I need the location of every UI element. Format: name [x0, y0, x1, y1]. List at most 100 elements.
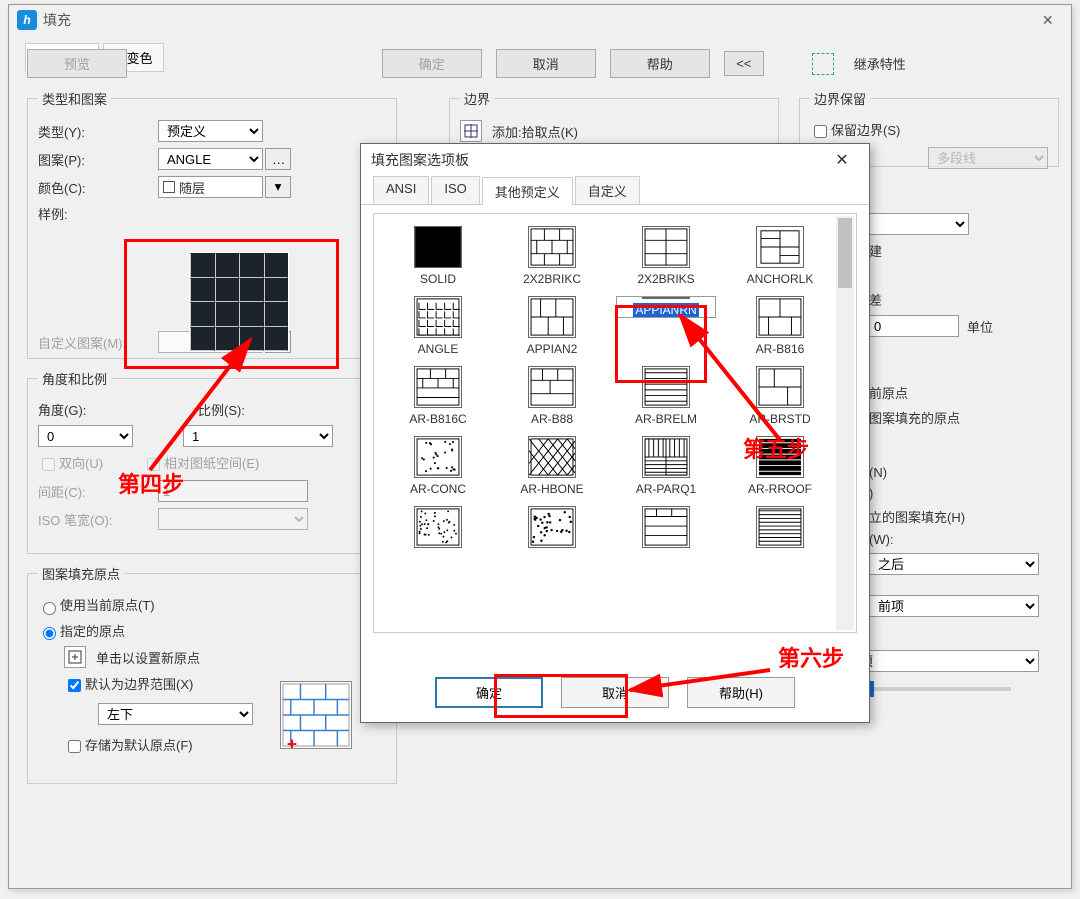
- cancel-button[interactable]: 取消: [496, 49, 596, 78]
- pattern-cell-AR-HBONE[interactable]: AR-HBONE: [502, 436, 602, 496]
- right-W: (W):: [869, 532, 894, 547]
- inherit-label: 继承特性: [854, 54, 906, 73]
- modal-footer: 确定 取消 帮助(H): [361, 677, 869, 708]
- origin-corner-select[interactable]: 左下: [98, 703, 253, 725]
- isowidth-select: [158, 508, 308, 530]
- tolerance-unit: 单位: [967, 317, 993, 336]
- modal-close-button[interactable]: ✕: [825, 146, 859, 174]
- set-origin-icon[interactable]: [64, 646, 86, 668]
- right-diff-label: 差: [869, 290, 882, 309]
- scrollbar-thumb[interactable]: [838, 218, 852, 288]
- group-origin: 图案填充原点 使用当前原点(T) 指定的原点 单击以设置新原点 默认为边界范围(…: [27, 564, 397, 784]
- pattern-name-label: AR-B816: [756, 342, 805, 356]
- pattern-cell-2X2BRIKS[interactable]: 2X2BRIKS: [616, 226, 716, 286]
- pattern-name-label: AR-BRSTD: [749, 412, 810, 426]
- pattern-swatch-icon: [756, 296, 804, 338]
- pattern-label: 图案(P):: [38, 150, 158, 169]
- pattern-swatch-icon: [414, 296, 462, 338]
- pattern-name-label: AR-PARQ1: [636, 482, 696, 496]
- pattern-cell-ANGLE[interactable]: ANGLE: [388, 296, 488, 356]
- modal-tab-custom[interactable]: 自定义: [575, 176, 640, 204]
- scale-select[interactable]: 1: [183, 425, 333, 447]
- default-extent-checkbox[interactable]: 默认为边界范围(X): [64, 677, 193, 692]
- pattern-cell-AR-BRSTD[interactable]: AR-BRSTD: [730, 366, 830, 426]
- scale-label: 比例(S):: [198, 400, 245, 419]
- window-close-button[interactable]: ×: [1032, 10, 1063, 31]
- retain-boundary-checkbox[interactable]: 保留边界(S): [810, 120, 900, 141]
- group-origin-legend: 图案填充原点: [38, 564, 124, 583]
- pattern-cell-AR-RROOF[interactable]: AR-RROOF: [730, 436, 830, 496]
- sample-swatch[interactable]: [189, 252, 289, 352]
- pattern-cell-AR-CONC[interactable]: AR-CONC: [388, 436, 488, 496]
- pattern-cell-_row5_1[interactable]: [388, 506, 488, 552]
- ok-button: 确定: [382, 49, 482, 78]
- expand-button[interactable]: <<: [724, 51, 764, 76]
- pattern-cell-AR-B88[interactable]: AR-B88: [502, 366, 602, 426]
- pattern-cell-_row5_3[interactable]: [616, 506, 716, 552]
- angle-select[interactable]: 0: [38, 425, 133, 447]
- right-dropdown-1[interactable]: [869, 213, 969, 235]
- main-footer: 预览 确定 取消 帮助 << 继承特性: [27, 49, 1057, 78]
- origin-preview-swatch: +: [280, 681, 352, 749]
- color-picker-button[interactable]: ▾: [265, 176, 291, 198]
- pattern-cell-AR-PARQ1[interactable]: AR-PARQ1: [616, 436, 716, 496]
- pick-point-icon[interactable]: [460, 120, 482, 142]
- pattern-cell-_row5_4[interactable]: [730, 506, 830, 552]
- titlebar: h 填充 ×: [9, 5, 1071, 35]
- pattern-cell-AR-BRELM[interactable]: AR-BRELM: [616, 366, 716, 426]
- modal-tab-other[interactable]: 其他预定义: [482, 177, 573, 205]
- spacing-label: 间距(C):: [38, 482, 158, 501]
- pattern-cell-2X2BRIKC[interactable]: 2X2BRIKC: [502, 226, 602, 286]
- modal-ok-button[interactable]: 确定: [435, 677, 543, 708]
- group-angle-scale-legend: 角度和比例: [38, 369, 111, 388]
- pattern-swatch-icon: [642, 506, 690, 548]
- pattern-cell-ANCHORLK[interactable]: ANCHORLK: [730, 226, 830, 286]
- draw-order-select[interactable]: 之后: [869, 553, 1039, 575]
- pattern-cell-AR-B816C[interactable]: AR-B816C: [388, 366, 488, 426]
- pattern-swatch-icon: [414, 366, 462, 408]
- pattern-select[interactable]: ANGLE: [158, 148, 263, 170]
- modal-tab-iso[interactable]: ISO: [431, 176, 479, 204]
- help-button[interactable]: 帮助: [610, 49, 710, 78]
- pattern-name-label: AR-HBONE: [520, 482, 583, 496]
- double-checkbox: 双向(U): [38, 453, 103, 474]
- pattern-swatch-icon: [642, 226, 690, 268]
- type-select[interactable]: 预定义: [158, 120, 263, 142]
- group-boundary-retain-legend: 边界保留: [810, 89, 870, 108]
- pattern-cell-APPIAN2[interactable]: APPIAN2: [502, 296, 602, 356]
- pattern-name-label: ANGLE: [418, 342, 459, 356]
- pattern-cell-APPIANRN[interactable]: APPIANRN: [616, 296, 716, 318]
- transparency-slider[interactable]: [866, 687, 1011, 691]
- pattern-swatch-icon: [528, 226, 576, 268]
- pattern-cell-SOLID[interactable]: SOLID: [388, 226, 488, 286]
- pattern-name-label: ANCHORLK: [747, 272, 814, 286]
- pattern-swatch-icon: [528, 436, 576, 478]
- paper-space-checkbox: 相对图纸空间(E): [143, 453, 259, 474]
- color-select[interactable]: 随层: [158, 176, 263, 198]
- group-boundary: 边界 添加:拾取点(K): [449, 89, 779, 149]
- modal-help-button[interactable]: 帮助(H): [687, 677, 795, 708]
- layer-select[interactable]: 前项: [869, 595, 1039, 617]
- origin-current-radio[interactable]: 使用当前原点(T): [38, 595, 155, 615]
- palette-scrollbar[interactable]: [836, 216, 854, 630]
- right-prevorigin1: 前原点: [869, 383, 908, 402]
- palette-scroll-area: SOLID2X2BRIKC2X2BRIKS ANCHORLK ANGLE APPIAN…: [373, 213, 857, 633]
- store-origin-checkbox[interactable]: 存储为默认原点(F): [64, 738, 193, 753]
- modal-cancel-button[interactable]: 取消: [561, 677, 669, 708]
- pattern-swatch-icon: [642, 436, 690, 478]
- modal-titlebar: 填充图案选项板 ✕: [361, 144, 869, 176]
- modal-tab-ansi[interactable]: ANSI: [373, 176, 429, 204]
- pattern-cell-_row5_2[interactable]: [502, 506, 602, 552]
- pattern-browse-button[interactable]: …: [265, 148, 291, 170]
- right-new-label: 建: [869, 241, 882, 260]
- pattern-cell-AR-B816[interactable]: AR-B816: [730, 296, 830, 356]
- pattern-name-label: AR-RROOF: [748, 482, 812, 496]
- pattern-swatch-icon: [756, 366, 804, 408]
- isowidth-label: ISO 笔宽(O):: [38, 510, 158, 529]
- tolerance-input[interactable]: [869, 315, 959, 337]
- inherit-icon[interactable]: [812, 53, 834, 75]
- origin-specified-radio[interactable]: 指定的原点: [38, 621, 125, 641]
- window-title: 填充: [43, 10, 1032, 30]
- pattern-name-label: APPIANRN: [633, 303, 698, 317]
- pattern-swatch-icon: [414, 436, 462, 478]
